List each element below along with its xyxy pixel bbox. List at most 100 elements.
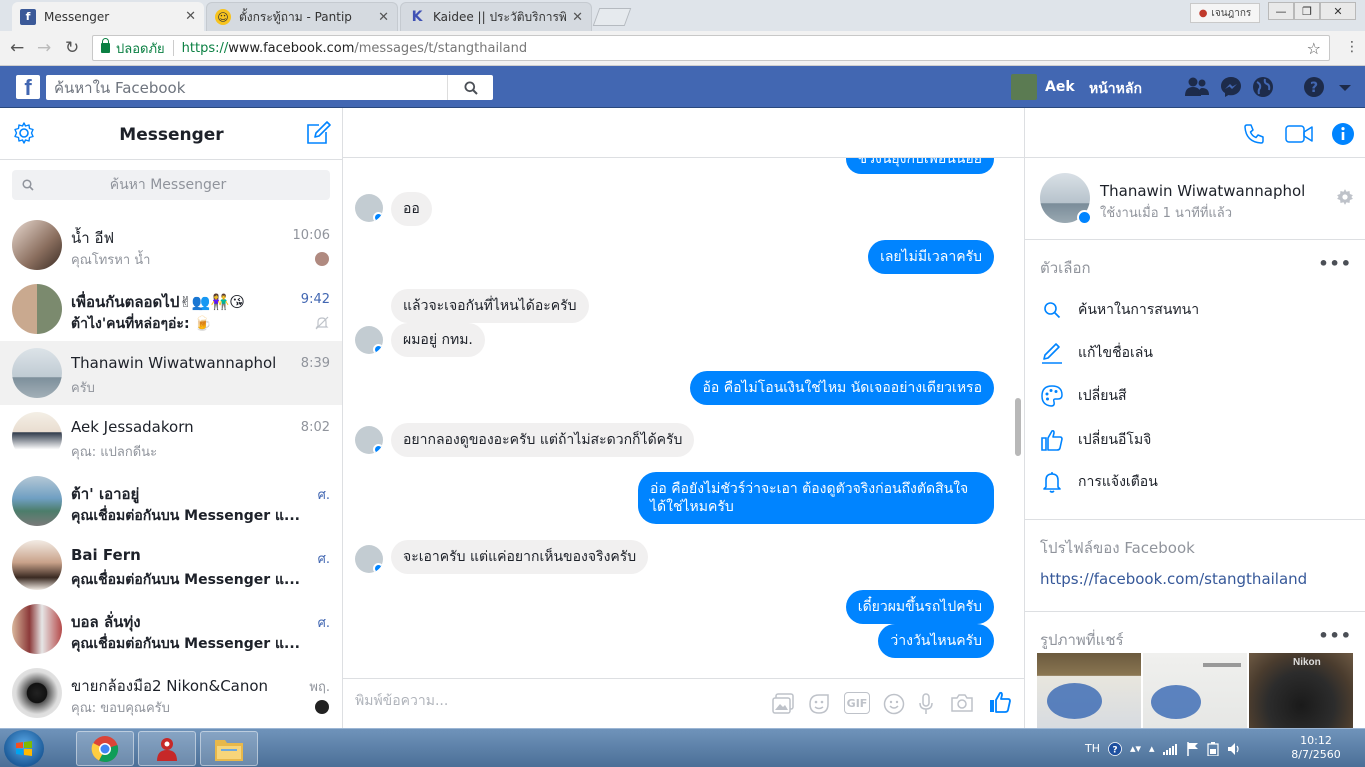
sidebar-header: Messenger <box>0 108 342 160</box>
profile-status: ใช้งานเมื่อ 1 นาทีที่แล้ว <box>1100 206 1233 221</box>
more-options-icon[interactable]: ••• <box>1318 626 1352 645</box>
message-bubble-outgoing[interactable]: ว่างวันไหนครับ <box>878 624 994 658</box>
battery-icon[interactable] <box>1206 741 1219 756</box>
back-arrow-icon[interactable]: ← <box>10 38 24 58</box>
message-bubble-incoming[interactable]: อยากลองดูของอะครับ แต่ถ้าไม่สะดวกก็ได้คร… <box>391 423 695 457</box>
search-button[interactable] <box>447 75 493 100</box>
tray-arrow-icon[interactable]: ▴ <box>1149 742 1155 755</box>
account-menu-icon[interactable] <box>1338 84 1352 92</box>
home-link[interactable]: หน้าหลัก <box>1089 78 1142 100</box>
avatar <box>355 194 383 222</box>
volume-icon[interactable] <box>1227 742 1241 756</box>
profile-link[interactable]: Aek <box>1011 74 1075 100</box>
app-taskbar-button[interactable] <box>138 731 196 766</box>
scrollbar[interactable] <box>1015 398 1021 456</box>
conversation-item[interactable]: บอล ลั่นทุ่ง คุณเชื่อมต่อกันบน Messenger… <box>0 597 342 661</box>
shared-photo[interactable] <box>1143 653 1247 728</box>
option-search-conversation[interactable]: ค้นหาในการสนทนา <box>1040 299 1199 321</box>
search-icon <box>464 81 478 95</box>
tab-close-icon[interactable]: ✕ <box>185 9 196 24</box>
message-bubble-outgoing[interactable]: อ่อ คือยังไม่ชัวร์ว่าจะเอา ต้องดูตัวจริง… <box>638 472 994 524</box>
option-edit-nickname[interactable]: แก้ไขชื่อเล่น <box>1040 342 1153 364</box>
conversation-item-active[interactable]: Thanawin Wiwatwannaphol ครับ 8:39 <box>0 341 342 405</box>
like-thumbs-up-icon[interactable] <box>988 690 1012 714</box>
message-bubble-incoming[interactable]: แล้วจะเจอกันที่ไหนได้อะครับ <box>391 289 589 323</box>
message-bubble-incoming[interactable]: ผมอยู่ กทม. <box>391 323 485 357</box>
globe-icon[interactable] <box>1252 76 1274 98</box>
photo-icon[interactable] <box>771 693 795 715</box>
conversation-item[interactable]: น้ำ อีฟ คุณโทรหา น้ำ 10:06 <box>0 213 342 277</box>
help-icon[interactable]: ? <box>1303 76 1325 98</box>
tab-messenger[interactable]: f Messenger ✕ <box>12 2 204 31</box>
emoji-icon[interactable] <box>883 693 905 715</box>
restore-button[interactable]: ❐ <box>1294 2 1320 20</box>
language-indicator[interactable]: TH <box>1085 742 1100 755</box>
message-bubble-outgoing[interactable]: เดี๋ยวผมขึ้นรถไปครับ <box>845 590 994 624</box>
facebook-search-input[interactable] <box>46 78 447 97</box>
avatar <box>12 412 62 462</box>
message-bubble-incoming[interactable]: จะเอาครับ แต่แค่อยากเห็นของจริงครับ <box>391 540 649 574</box>
option-notifications[interactable]: การแจ้งเตือน <box>1040 471 1158 493</box>
system-clock[interactable]: 10:12 8/7/2560 <box>1284 734 1348 762</box>
info-icon[interactable] <box>1331 122 1355 146</box>
chrome-taskbar-button[interactable] <box>76 731 134 766</box>
shared-photo[interactable]: Nikon <box>1249 653 1353 728</box>
more-options-icon[interactable]: ••• <box>1318 254 1352 273</box>
microphone-icon[interactable] <box>918 693 934 715</box>
camera-icon[interactable] <box>950 693 974 713</box>
explorer-taskbar-button[interactable] <box>200 731 258 766</box>
option-change-color[interactable]: เปลี่ยนสี <box>1040 385 1127 407</box>
tab-pantip[interactable]: ☺ ตั้งกระทู้ถาม - Pantip ✕ <box>206 2 398 31</box>
phone-icon[interactable] <box>1243 123 1265 145</box>
gear-icon[interactable] <box>1336 188 1354 206</box>
tab-close-icon[interactable]: ✕ <box>378 10 389 25</box>
new-tab-button[interactable] <box>592 8 632 26</box>
message-bubble-outgoing[interactable]: อ้อ คือไม่โอนเงินใช่ไหม นัดเจออย่างเดียว… <box>690 371 994 405</box>
bookmark-star-icon[interactable]: ☆ <box>1307 39 1321 58</box>
minimize-button[interactable]: — <box>1268 2 1294 20</box>
message-bubble-outgoing[interactable]: ช่วงนี้ยุ่งกับเพื่อนน้อย <box>845 158 994 174</box>
url-protocol: https:// <box>181 40 229 56</box>
section-title: โปรไฟล์ของ Facebook <box>1040 539 1195 557</box>
option-change-emoji[interactable]: เปลี่ยนอีโมจิ <box>1040 428 1151 452</box>
conversation-item[interactable]: เพื่อนกันตลอดไป✌👥👫😘 ต้าไง'คนที่หล่อๆอ่ะ:… <box>0 277 342 341</box>
sticker-icon[interactable] <box>808 693 830 715</box>
browser-menu-icon[interactable]: ⋮ <box>1345 39 1359 55</box>
search-icon <box>22 179 34 191</box>
help-icon[interactable]: ? <box>1108 741 1122 756</box>
facebook-logo[interactable]: f <box>16 75 40 100</box>
reload-icon[interactable]: ↻ <box>65 38 79 58</box>
avatar <box>12 220 62 270</box>
tray-expand-icon[interactable]: ▴▾ <box>1130 742 1141 755</box>
avatar <box>12 476 62 526</box>
gif-button[interactable]: GIF <box>844 692 870 714</box>
tab-close-icon[interactable]: ✕ <box>572 10 583 25</box>
message-bubble-incoming[interactable]: ออ <box>391 192 432 226</box>
secure-indicator[interactable]: ปลอดภัย <box>93 38 165 59</box>
shared-photo[interactable] <box>1037 653 1141 728</box>
avatar[interactable] <box>1040 173 1092 225</box>
messenger-icon[interactable] <box>1220 76 1242 98</box>
message-bubble-outgoing[interactable]: เลยไม่มีเวลาครับ <box>868 240 994 274</box>
messenger-search-input[interactable] <box>34 177 330 193</box>
compose-icon[interactable] <box>306 120 332 146</box>
flag-icon[interactable] <box>1186 741 1199 756</box>
start-button[interactable] <box>4 730 44 767</box>
friend-requests-icon[interactable] <box>1184 76 1210 98</box>
forward-arrow-icon[interactable]: → <box>37 38 51 58</box>
conversation-item[interactable]: ต้า' เอาอยู่ คุณเชื่อมต่อกันบน Messenger… <box>0 469 342 533</box>
tab-kaidee[interactable]: K Kaidee || ประวัติบริการพิเศษ ✕ <box>400 2 592 31</box>
avatar <box>355 326 383 354</box>
window-user-badge[interactable]: ● เจนฎากร <box>1190 3 1260 23</box>
close-window-button[interactable]: ✕ <box>1320 2 1356 20</box>
network-signal-icon[interactable] <box>1162 743 1179 755</box>
facebook-profile-link[interactable]: https://facebook.com/stangthailand <box>1040 570 1307 588</box>
url-field[interactable]: ปลอดภัย https:// www.facebook.com /messa… <box>92 35 1330 61</box>
message-input[interactable] <box>355 693 655 709</box>
conversation-item[interactable]: ขายกล้องมือ2 Nikon&Canon คุณ: ขอบคุณครับ… <box>0 661 342 725</box>
conversation-sidebar: Messenger น้ำ อีฟ คุณโทรหา น้ำ 10:06 เพื… <box>0 108 343 728</box>
conversation-item[interactable]: Aek Jessadakorn คุณ: แปลกดีนะ 8:02 <box>0 405 342 469</box>
facebook-icon: f <box>20 8 36 25</box>
video-call-icon[interactable] <box>1285 124 1313 144</box>
conversation-item[interactable]: Bai Fern คุณเชื่อมต่อกันบน Messenger แ..… <box>0 533 342 597</box>
